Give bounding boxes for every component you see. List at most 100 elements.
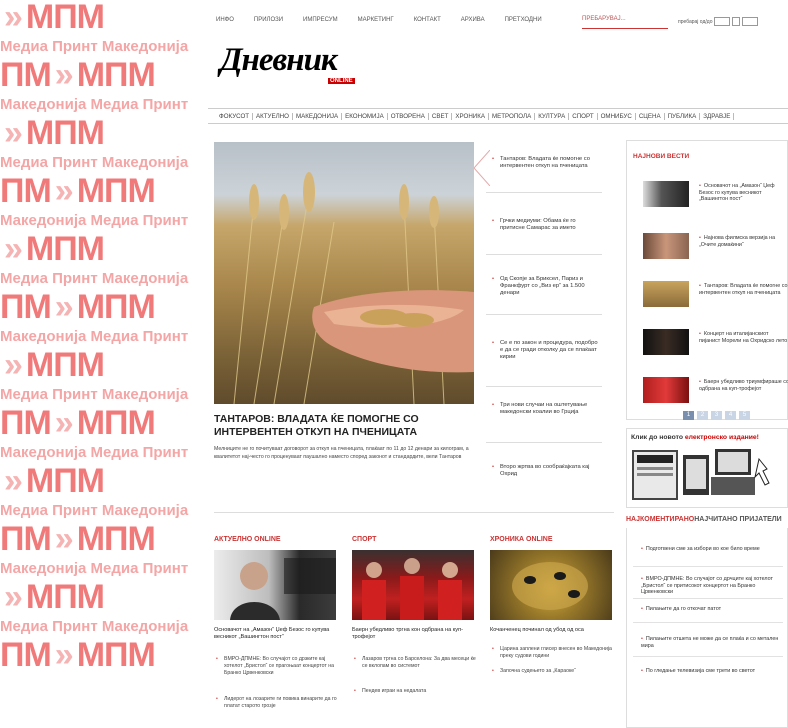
latest-news-item[interactable]: • Концерт на италијанскиот пијанист Морел…	[643, 329, 788, 363]
date-from-input[interactable]	[714, 17, 731, 26]
most-list-item[interactable]: • Пилањите да го откочат патот	[641, 606, 787, 613]
category-omnibus[interactable]: ОМНИБУС	[598, 112, 636, 120]
column-item[interactable]: • Лазаров тргна со Барселона: За два месе…	[352, 656, 478, 670]
most-list-item[interactable]: • ВМРО-ДПМНЕ: Во случајот со дрчците кај …	[641, 576, 787, 596]
banner-tagline: Македонија Медиа Принт	[0, 327, 189, 345]
banner-logo-row: ПМ» МПМ	[0, 171, 156, 210]
epaper-title: Клик до новото електронско издание!	[631, 434, 759, 441]
latest-news-thumb	[643, 329, 689, 355]
topnav-link-arhiva[interactable]: АРХИВА	[461, 17, 485, 23]
banner-tagline: Медиа Принт Македонија	[0, 37, 189, 55]
banner-tagline: Медиа Принт Македонија	[0, 501, 189, 519]
tab-most-commented[interactable]: НАЈКОМЕНТИРАНО	[626, 516, 694, 523]
logo-online-badge: ONLINE	[328, 78, 355, 84]
banner-logo-row: ПМ» МПМ	[0, 635, 156, 674]
headline-item[interactable]: • Тантаров: Владата ќе помогне со интерве…	[486, 156, 602, 170]
topnav-link-kontakt[interactable]: КОНТАКТ	[414, 17, 441, 23]
banner-logo-row: » МПМ	[4, 345, 105, 384]
column-head-sport[interactable]: СПОРТ	[352, 536, 376, 543]
date-separator	[732, 17, 741, 26]
pager-page-4[interactable]: 4	[725, 411, 736, 420]
topnav-link-marketing[interactable]: МАРКЕТИНГ	[358, 17, 394, 23]
latest-news-box: НАЈНОВИ ВЕСТИ • Основачот на „Амазон“ Џеф…	[626, 140, 788, 420]
column-image-hronika[interactable]	[490, 550, 612, 620]
latest-news-thumb	[643, 377, 689, 403]
column-title-aktuelno[interactable]: Основачот на „Амазон“ Џеф Безос го купув…	[214, 627, 340, 641]
category-publika[interactable]: ПУБЛИКА	[665, 112, 701, 120]
pager-page-2[interactable]: 2	[697, 411, 708, 420]
devices-icon	[632, 449, 770, 500]
banner-logo-row: ПМ» МПМ	[0, 55, 156, 94]
topnav-link-info[interactable]: ИНФО	[216, 17, 234, 23]
column-item[interactable]: • Започна судењето за „Караоке“	[490, 668, 616, 675]
category-zdravje[interactable]: ЗДРАВЈЕ	[700, 112, 735, 120]
ad-banner[interactable]: » МПМ Медиа Принт Македонија ПМ» МПМ Макед…	[0, 0, 208, 728]
latest-news-thumb	[643, 233, 689, 259]
most-tabs: НАЈКОМЕНТИРАНОНАЈЧИТАНО ПРИЈАТЕЛИ	[626, 516, 788, 523]
latest-news-item[interactable]: • Тантаров: Владата ќе помогне со интерве…	[643, 281, 788, 315]
banner-tagline: Медиа Принт Македонија	[0, 269, 189, 287]
banner-logo-row: » МПМ	[4, 461, 105, 500]
latest-news-item[interactable]: • Основачот на „Амазон“ Џеф Безос го купу…	[643, 181, 788, 215]
banner-logo-row: » МПМ	[4, 577, 105, 616]
headline-item[interactable]: • Три нови случаи на оштетување македонск…	[486, 402, 602, 416]
column-item[interactable]: • ВМРО-ДПМНЕ: Во случајот со дрзките кај …	[214, 656, 340, 677]
column-head-hronika[interactable]: ХРОНИКА ONLINE	[490, 536, 553, 543]
category-hronika[interactable]: ХРОНИКА	[452, 112, 489, 120]
category-fokusot[interactable]: ФОКУСОТ	[216, 112, 254, 120]
search-input[interactable]: ПРЕБАРУВАЈ...	[582, 14, 668, 29]
banner-tagline: Македонија Медиа Принт	[0, 211, 189, 229]
topnav-link-impresum[interactable]: ИМПРЕСУМ	[303, 17, 338, 23]
banner-logo-row: ПМ» МПМ	[0, 287, 156, 326]
category-aktuelno[interactable]: АКТУЕЛНО	[253, 112, 293, 120]
latest-news-item[interactable]: • Баерн убедливо триумфираше со одбрана н…	[643, 377, 788, 411]
tab-most-read[interactable]: НАЈЧИТАНО ПРИЈАТЕЛИ	[694, 516, 782, 523]
column-title-sport[interactable]: Баерн убедливо тргна кон одбрана на куп-…	[352, 627, 478, 641]
column-head-aktuelno[interactable]: АКТУЕЛНО ONLINE	[214, 536, 281, 543]
column-title-hronika[interactable]: Кочанченец починал од убод од оса	[490, 627, 616, 634]
category-makedonija[interactable]: МАКЕДОНИЈА	[293, 112, 343, 120]
pager-page-5[interactable]: 5	[739, 411, 750, 420]
topnav-link-prilozi[interactable]: ПРИЛОЗИ	[254, 17, 283, 23]
category-kultura[interactable]: КУЛТУРА	[535, 112, 570, 120]
category-metropola[interactable]: МЕТРОПОЛА	[489, 112, 536, 120]
category-svet[interactable]: СВЕТ	[429, 112, 453, 120]
latest-news-thumb	[643, 281, 689, 307]
latest-news-pager: 1 2 3 4 5	[683, 411, 750, 420]
category-sport[interactable]: СПОРТ	[569, 112, 598, 120]
featured-image[interactable]	[214, 142, 474, 404]
column-item[interactable]: • Лидерот на лозарите ги повика винарите …	[214, 696, 340, 710]
headline-item[interactable]: • Од Скопје за Бриксел, Париз и Франкфурт…	[486, 276, 602, 297]
latest-news-thumb	[643, 181, 689, 207]
date-search-label: пребарај од/до	[678, 18, 713, 25]
category-ekonomija[interactable]: ЕКОНОМИЈА	[342, 112, 388, 120]
top-nav: ИНФО ПРИЛОЗИ ИМПРЕСУМ МАРКЕТИНГ КОНТАКТ …	[208, 0, 788, 32]
category-scena[interactable]: СЦЕНА	[636, 112, 665, 120]
latest-news-title: НАЈНОВИ ВЕСТИ	[633, 153, 690, 160]
headline-item[interactable]: • Грчки медиуми: Обама ќе го притисне Сам…	[486, 218, 602, 232]
headline-item[interactable]: • Второ жртва во сообраќајката кај Охрид	[486, 464, 602, 478]
headline-item[interactable]: • Се е по закон и процедура, подобро е да…	[486, 340, 602, 361]
wasp-nest-icon	[512, 562, 588, 610]
site-logo[interactable]: Дневник	[220, 42, 338, 79]
topnav-link-prethodni[interactable]: ПРЕТХОДНИ	[505, 17, 542, 23]
date-to-input[interactable]	[742, 17, 759, 26]
banner-logo-row: » МПМ	[4, 113, 105, 152]
most-list-item[interactable]: • Пилањите отшета не може да се плаќа и с…	[641, 636, 787, 649]
banner-logo-row: ПМ» МПМ	[0, 519, 156, 558]
category-otvorena[interactable]: ОТВОРЕНА	[388, 112, 429, 120]
person-photo-icon	[230, 558, 336, 620]
featured-title[interactable]: ТАНТАРОВ: ВЛАДАТА ЌЕ ПОМОГНЕ СО ИНТЕРВЕН…	[214, 413, 476, 439]
column-image-sport[interactable]	[352, 550, 474, 620]
most-list-item[interactable]: • Подготвени сме за избори во кое било вр…	[641, 546, 787, 553]
column-item[interactable]: • Пендев играи на недалата	[352, 688, 478, 695]
banner-tagline: Македонија Медиа Принт	[0, 559, 189, 577]
pager-page-1[interactable]: 1	[683, 411, 694, 420]
pager-page-3[interactable]: 3	[711, 411, 722, 420]
column-image-aktuelno[interactable]	[214, 550, 336, 620]
latest-news-item[interactable]: • Најнова филмска верзија на „Очите домаќ…	[643, 233, 788, 267]
most-list-item[interactable]: • По гледање телевизија сме трети во свет…	[641, 668, 787, 675]
epaper-promo[interactable]: Клик до новото електронско издание!	[626, 428, 788, 508]
featured-summary: Мелниците не го почитуваат договорот за …	[214, 446, 469, 460]
column-item[interactable]: • Царина заплени глисер внесен во Македон…	[490, 646, 616, 660]
